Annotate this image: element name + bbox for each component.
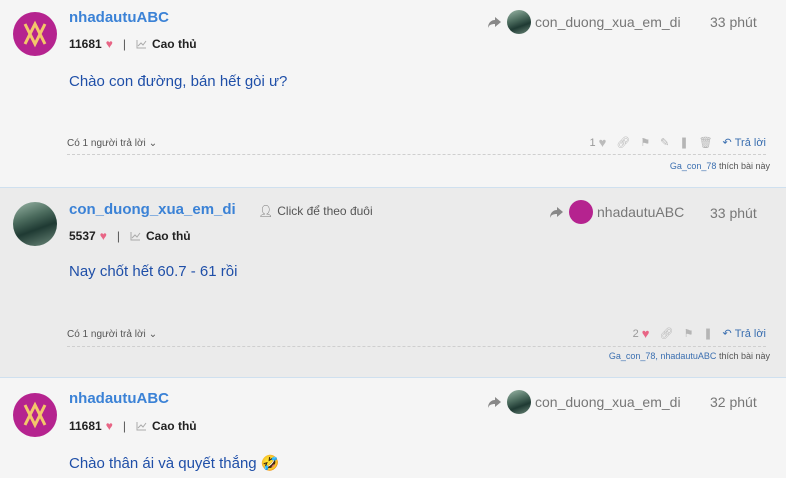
post-content: Nay chốt hết 60.7 - 61 rồi <box>69 263 238 280</box>
reply-button[interactable]: ↶ Trả lời <box>722 327 766 341</box>
mini-avatar <box>507 390 531 414</box>
username[interactable]: nhadautuABC <box>69 9 169 26</box>
chart-icon <box>136 40 147 49</box>
mini-avatar <box>507 10 531 34</box>
chevron-down-icon: ⌄ <box>148 329 158 340</box>
rank-label: Cao thủ <box>151 419 197 433</box>
post-content: Chào con đường, bán hết gòi ư? <box>69 73 288 90</box>
username[interactable]: con_duong_xua_em_di <box>69 201 236 218</box>
reply-button[interactable]: ↶ Trả lời <box>722 136 766 150</box>
follow-label: Click để theo đuôi <box>277 204 373 218</box>
like-count: 1 <box>589 136 596 149</box>
flag-icon[interactable]: ⚑ <box>683 327 693 340</box>
liked-by-suffix: thích bài này <box>718 161 770 171</box>
chart-icon <box>136 422 147 431</box>
reply-arrow-icon <box>488 396 501 408</box>
follow-button[interactable]: 👤︎ Click để theo đuôi <box>258 204 373 218</box>
user-stats: 11681 ♥ | Cao thủ <box>69 419 197 433</box>
replies-label: Có 1 người trả lời <box>67 138 146 149</box>
liked-by: Ga_con_78, nhadautuABC thích bài này <box>609 351 770 361</box>
user-stats: 5537 ♥ | Cao thủ <box>69 229 191 243</box>
reply-to-username[interactable]: con_duong_xua_em_di <box>535 14 681 30</box>
bookmark-icon[interactable]: ❚ <box>703 327 712 340</box>
avatar[interactable] <box>13 202 57 246</box>
replies-toggle[interactable]: Có 1 người trả lời ⌄ <box>67 329 157 340</box>
reply-label: Trả lời <box>734 136 766 149</box>
heart-icon: ♥ <box>105 419 113 433</box>
points-count: 5537 <box>69 229 96 243</box>
points-count: 11681 <box>69 37 102 51</box>
liked-by-names[interactable]: Ga_con_78 <box>670 161 717 171</box>
bookmark-icon[interactable]: ❚ <box>679 136 688 149</box>
divider <box>67 154 766 155</box>
rank-badge: Cao thủ <box>130 229 191 243</box>
rank-badge: Cao thủ <box>136 419 197 433</box>
replies-label: Có 1 người trả lời <box>67 329 146 340</box>
link-icon[interactable]: 🔗︎ <box>659 327 673 340</box>
like-button[interactable]: 1 ♥ <box>589 135 606 150</box>
post-content-text: Chào thân ái và quyết thắng <box>69 454 257 472</box>
reply-to-username[interactable]: nhadautuABC <box>597 204 684 220</box>
rofl-emoji-icon: 🤣 <box>260 455 280 472</box>
liked-by: Ga_con_78 thích bài này <box>670 161 770 171</box>
liked-by-suffix: thích bài này <box>718 351 770 361</box>
user-stats: 11681 ♥ | Cao thủ <box>69 37 197 51</box>
rank-label: Cao thủ <box>145 229 191 243</box>
divider-bar: | <box>122 419 126 433</box>
reply-arrow-icon <box>488 16 501 28</box>
divider-bar: | <box>122 37 126 51</box>
post-actions: 1 ♥ 🔗︎ ⚑ ✎ ❚ 🗑︎ ↶ Trả lời <box>589 135 766 150</box>
post-actions: 2 ♥ 🔗︎ ⚑ ❚ ↶ Trả lời <box>633 326 766 341</box>
flag-icon[interactable]: ⚑ <box>640 136 650 149</box>
reply-arrow-icon: ↶ <box>722 328 732 340</box>
replies-toggle[interactable]: Có 1 người trả lời ⌄ <box>67 138 157 149</box>
reply-to-username[interactable]: con_duong_xua_em_di <box>535 394 681 410</box>
edit-icon[interactable]: ✎ <box>660 136 669 149</box>
reply-arrow-icon <box>550 206 563 218</box>
liked-by-names[interactable]: Ga_con_78, nhadautuABC <box>609 351 717 361</box>
heart-icon: ♥ <box>105 37 113 51</box>
rank-badge: Cao thủ <box>136 37 197 51</box>
rank-label: Cao thủ <box>151 37 197 51</box>
post-time: 33 phút <box>710 14 757 30</box>
avatar[interactable] <box>13 12 57 56</box>
divider-bar: | <box>116 229 120 243</box>
heart-icon: ♥ <box>598 135 607 150</box>
post-time: 33 phút <box>710 205 757 221</box>
post-content: Chào thân ái và quyết thắng 🤣 <box>69 454 280 473</box>
post-3: nhadautuABC 11681 ♥ | Cao thủ con_duong_… <box>0 378 786 478</box>
points-count: 11681 <box>69 419 102 433</box>
heart-icon: ♥ <box>641 326 650 341</box>
user-plus-icon: 👤︎ <box>258 204 274 218</box>
username[interactable]: nhadautuABC <box>69 390 169 407</box>
chevron-down-icon: ⌄ <box>148 138 158 149</box>
brand-logo-icon <box>23 20 47 48</box>
brand-logo-icon <box>23 401 47 429</box>
trash-icon[interactable]: 🗑︎ <box>699 136 713 149</box>
reply-to[interactable]: con_duong_xua_em_di <box>487 10 681 34</box>
like-count: 2 <box>632 327 639 340</box>
reply-arrow-icon: ↶ <box>722 137 732 149</box>
heart-icon: ♥ <box>99 229 107 243</box>
post-2: con_duong_xua_em_di 👤︎ Click để theo đuô… <box>0 188 786 377</box>
avatar[interactable] <box>13 393 57 437</box>
post-time: 32 phút <box>710 394 757 410</box>
link-icon[interactable]: 🔗︎ <box>616 136 630 149</box>
post-1: nhadautuABC 11681 ♥ | Cao thủ con_duong_… <box>0 0 786 187</box>
chart-icon <box>130 232 141 241</box>
reply-to[interactable]: con_duong_xua_em_di <box>487 390 681 414</box>
divider <box>67 346 766 347</box>
reply-to[interactable]: nhadautuABC <box>549 200 684 224</box>
like-button[interactable]: 2 ♥ <box>633 326 650 341</box>
reply-label: Trả lời <box>734 327 766 340</box>
mini-avatar <box>569 200 593 224</box>
